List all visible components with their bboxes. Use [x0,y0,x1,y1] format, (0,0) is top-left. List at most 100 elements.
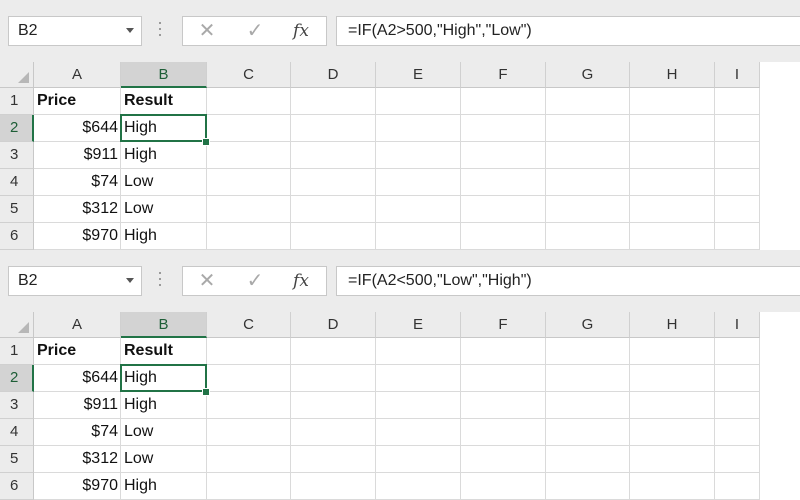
cell-a1[interactable]: Price [34,88,121,115]
cell-f4[interactable] [461,419,546,446]
column-header-h[interactable]: H [630,62,715,88]
cell-g5[interactable] [546,196,630,223]
cell-g2[interactable] [546,115,630,142]
column-header-c[interactable]: C [207,62,291,88]
cell-i4[interactable] [715,169,760,196]
cell-e2[interactable] [376,115,461,142]
cell-i1[interactable] [715,88,760,115]
cell-f1[interactable] [461,88,546,115]
row-header-4[interactable]: 4 [0,169,34,196]
row-header-5[interactable]: 5 [0,196,34,223]
column-header-a[interactable]: A [34,312,121,338]
cell-b6[interactable]: High [121,223,207,250]
fill-handle[interactable] [202,138,210,146]
cell-i3[interactable] [715,142,760,169]
cell-d6[interactable] [291,223,376,250]
cell-b5[interactable]: Low [121,196,207,223]
cell-a5[interactable]: $312 [34,196,121,223]
cell-c1[interactable] [207,88,291,115]
cell-e1[interactable] [376,338,461,365]
cell-c6[interactable] [207,223,291,250]
cell-i3[interactable] [715,392,760,419]
close-icon[interactable]: ✕ [187,17,227,45]
cell-b1[interactable]: Result [121,338,207,365]
column-header-g[interactable]: G [546,62,630,88]
cell-i1[interactable] [715,338,760,365]
row-header-6[interactable]: 6 [0,473,34,500]
cell-b4[interactable]: Low [121,419,207,446]
column-header-b[interactable]: B [121,62,207,88]
cell-a6[interactable]: $970 [34,473,121,500]
cell-d2[interactable] [291,365,376,392]
column-header-h[interactable]: H [630,312,715,338]
cell-h6[interactable] [630,223,715,250]
column-header-f[interactable]: F [461,62,546,88]
row-header-2[interactable]: 2 [0,365,34,392]
column-header-g[interactable]: G [546,312,630,338]
cell-i4[interactable] [715,419,760,446]
column-header-e[interactable]: E [376,62,461,88]
cell-h4[interactable] [630,169,715,196]
column-header-f[interactable]: F [461,312,546,338]
cell-g6[interactable] [546,223,630,250]
cell-h4[interactable] [630,419,715,446]
column-header-b[interactable]: B [121,312,207,338]
column-header-d[interactable]: D [291,312,376,338]
column-header-a[interactable]: A [34,62,121,88]
checkmark-icon[interactable]: ✓ [235,17,275,45]
cell-i6[interactable] [715,473,760,500]
cell-h3[interactable] [630,392,715,419]
row-header-1[interactable]: 1 [0,88,34,115]
formula-input[interactable]: =IF(A2>500,"High","Low") [336,16,800,46]
cell-b2[interactable]: High [121,365,207,392]
cell-g5[interactable] [546,446,630,473]
cell-a3[interactable]: $911 [34,142,121,169]
name-box[interactable]: B2 [8,266,142,296]
cell-g3[interactable] [546,392,630,419]
cell-e2[interactable] [376,365,461,392]
cell-d1[interactable] [291,338,376,365]
cell-e6[interactable] [376,473,461,500]
close-icon[interactable]: ✕ [187,267,227,295]
cell-a2[interactable]: $644 [34,365,121,392]
row-header-3[interactable]: 3 [0,142,34,169]
fill-handle[interactable] [202,388,210,396]
row-header-2[interactable]: 2 [0,115,34,142]
cell-g2[interactable] [546,365,630,392]
name-box[interactable]: B2 [8,16,142,46]
cell-h5[interactable] [630,446,715,473]
cell-b4[interactable]: Low [121,169,207,196]
cell-a5[interactable]: $312 [34,446,121,473]
cell-e5[interactable] [376,446,461,473]
cell-e4[interactable] [376,419,461,446]
cell-g6[interactable] [546,473,630,500]
cell-a1[interactable]: Price [34,338,121,365]
column-header-i[interactable]: I [715,62,760,88]
cell-d2[interactable] [291,115,376,142]
cell-d3[interactable] [291,392,376,419]
cell-b3[interactable]: High [121,392,207,419]
cell-h2[interactable] [630,365,715,392]
formula-input[interactable]: =IF(A2<500,"Low","High") [336,266,800,296]
cell-d1[interactable] [291,88,376,115]
cell-i2[interactable] [715,115,760,142]
cell-f2[interactable] [461,115,546,142]
row-header-4[interactable]: 4 [0,419,34,446]
select-all-corner[interactable] [0,62,34,88]
cell-d4[interactable] [291,419,376,446]
cell-i5[interactable] [715,196,760,223]
fx-icon[interactable]: fx [281,267,321,295]
fx-icon[interactable]: fx [281,17,321,45]
cell-g1[interactable] [546,338,630,365]
cell-f4[interactable] [461,169,546,196]
checkmark-icon[interactable]: ✓ [235,267,275,295]
cell-c5[interactable] [207,196,291,223]
cell-g4[interactable] [546,419,630,446]
cell-e1[interactable] [376,88,461,115]
cell-g4[interactable] [546,169,630,196]
cell-c1[interactable] [207,338,291,365]
chevron-down-icon[interactable] [126,28,134,33]
cell-d4[interactable] [291,169,376,196]
column-header-c[interactable]: C [207,312,291,338]
cell-b5[interactable]: Low [121,446,207,473]
